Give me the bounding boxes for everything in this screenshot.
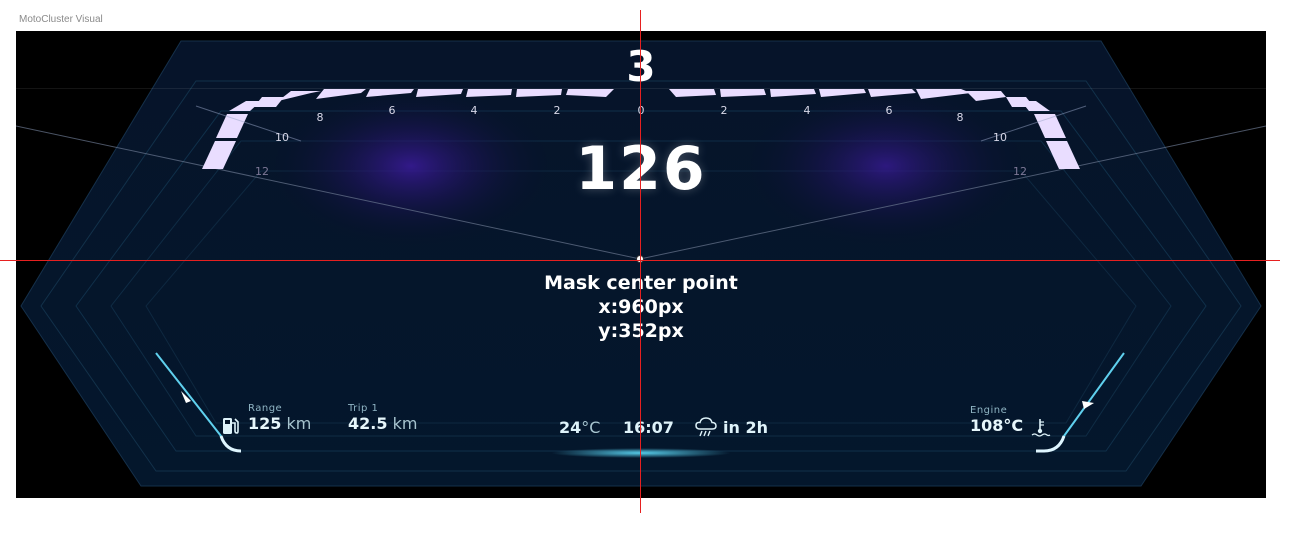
bottom-center-glow: [551, 448, 731, 458]
trip-stat: Trip 1 42.5 km: [348, 403, 417, 433]
rpm-tick-right-2: 2: [720, 104, 728, 117]
mask-caption-y: y:352px: [598, 320, 684, 342]
rpm-tick-center-0: 0: [637, 104, 645, 117]
range-value: 125: [248, 414, 282, 433]
engine-stat: Engine 108°C: [970, 405, 1023, 435]
clock: 16:07: [623, 418, 674, 437]
mask-caption: Mask center point x:960px y:352px: [16, 271, 1266, 343]
coolant-temperature-icon: [1031, 419, 1051, 437]
range-label: Range: [248, 403, 283, 414]
rpm-tick-right-10: 10: [993, 131, 1007, 144]
rpm-tick-right-8: 8: [956, 111, 964, 124]
speed-readout: 126: [575, 134, 707, 204]
temperature-readout: 24°C: [559, 418, 600, 437]
gear-indicator: 3: [16, 43, 1266, 91]
guide-line-horizontal: [0, 260, 1280, 261]
guide-line-vertical: [640, 10, 641, 513]
temperature-unit: °C: [581, 418, 601, 437]
rpm-tick-left-8: 8: [316, 111, 324, 124]
rpm-tick-right-6: 6: [885, 104, 893, 117]
rpm-tick-left-6: 6: [388, 104, 396, 117]
rpm-tick-right-4: 4: [803, 104, 811, 117]
rain-cloud-icon: [695, 417, 717, 437]
fuel-pump-icon: [223, 418, 239, 434]
rpm-tick-left-12: 12: [255, 165, 269, 178]
rpm-tick-left-10: 10: [275, 131, 289, 144]
trip-value: 42.5: [348, 414, 388, 433]
range-stat: Range 125 km: [248, 403, 311, 433]
cluster-canvas: 3 126 12 10 8 6 4 2 0 2 4 6 8 10 12 Mask…: [16, 31, 1266, 498]
trip-label: Trip 1: [348, 403, 379, 414]
mask-caption-title: Mask center point: [544, 272, 738, 294]
rpm-tick-right-12: 12: [1013, 165, 1027, 178]
engine-label: Engine: [970, 405, 1008, 416]
rpm-tick-left-4: 4: [470, 104, 478, 117]
engine-value: 108°C: [970, 416, 1024, 435]
trip-unit: km: [392, 414, 418, 433]
mask-caption-x: x:960px: [598, 296, 684, 318]
temperature-value: 24: [559, 418, 582, 437]
weather-forecast: in 2h: [723, 418, 768, 437]
frame-title: MotoCluster Visual: [19, 14, 103, 25]
range-unit: km: [286, 414, 312, 433]
rpm-tick-left-2: 2: [553, 104, 561, 117]
guide-line-faint: [16, 88, 1266, 89]
